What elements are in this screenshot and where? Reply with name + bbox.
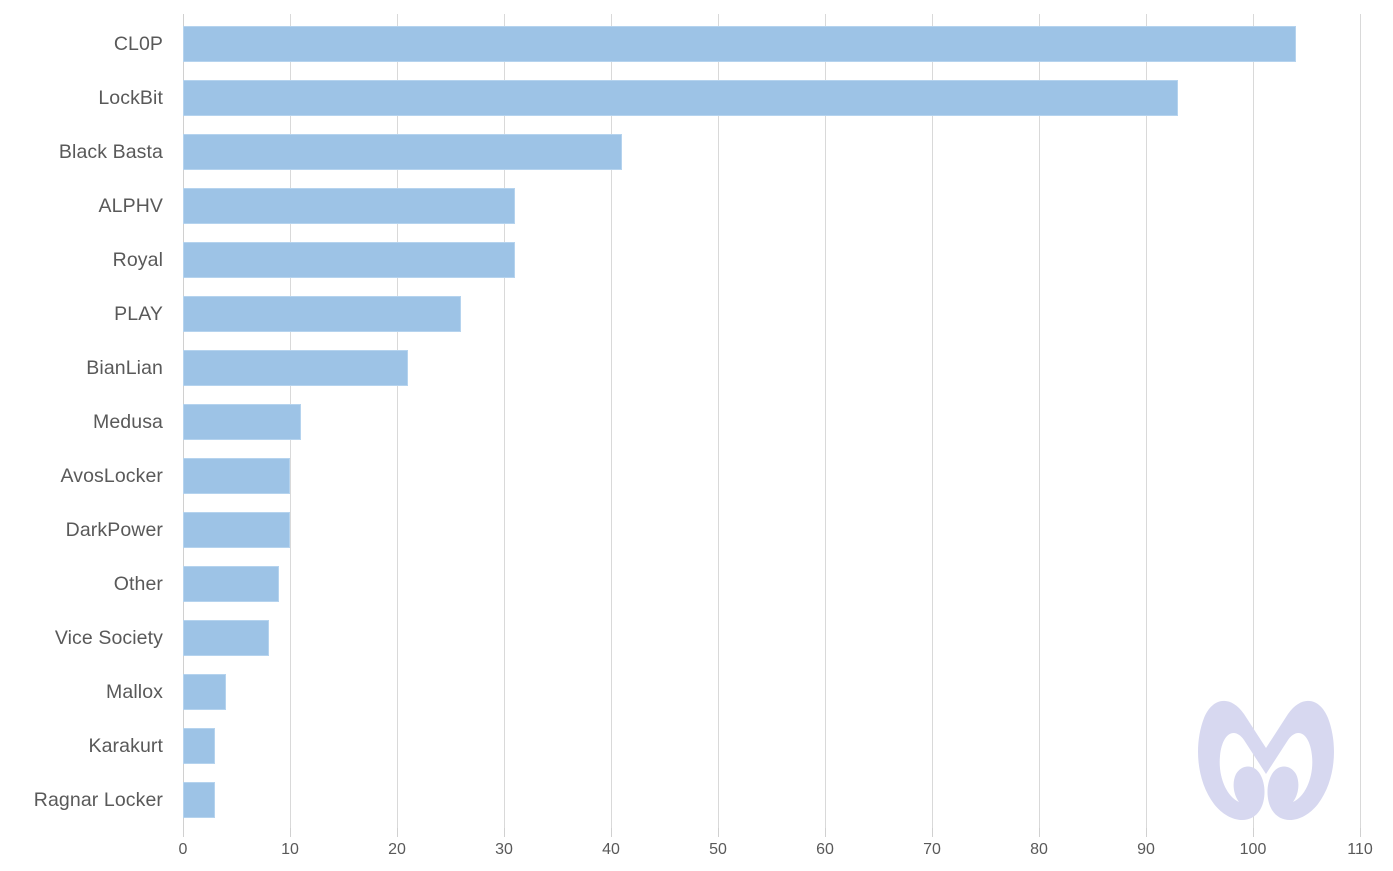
y-axis-label-royal: Royal bbox=[112, 249, 163, 271]
y-axis-label-other: Other bbox=[113, 573, 163, 595]
bars bbox=[183, 14, 1360, 828]
y-axis-label-avoslocker: AvosLocker bbox=[60, 465, 163, 487]
y-axis-label-black-basta: Black Basta bbox=[58, 141, 163, 163]
bar-row bbox=[183, 620, 1360, 656]
bar-row bbox=[183, 80, 1360, 116]
x-tick-mark-0 bbox=[183, 828, 184, 837]
x-tick-label-40: 40 bbox=[602, 841, 620, 858]
x-tick-mark-40 bbox=[611, 828, 612, 837]
bar-play bbox=[183, 296, 462, 332]
bar-row bbox=[183, 674, 1360, 710]
x-tick-mark-100 bbox=[1253, 828, 1254, 837]
gridline-110 bbox=[1360, 14, 1361, 828]
bar-row bbox=[183, 188, 1360, 224]
x-tick-label-50: 50 bbox=[709, 841, 727, 858]
x-tick-mark-10 bbox=[290, 828, 291, 837]
bar-other bbox=[183, 566, 280, 602]
bar-darkpower bbox=[183, 512, 290, 548]
bar-row bbox=[183, 26, 1360, 62]
x-tick-label-100: 100 bbox=[1239, 841, 1267, 858]
x-axis: 0 10 20 30 40 50 60 70 80 90 100 110 bbox=[179, 828, 1373, 871]
x-tick-label-20: 20 bbox=[388, 841, 406, 858]
y-axis-label-darkpower: DarkPower bbox=[65, 519, 163, 541]
x-tick-label-80: 80 bbox=[1030, 841, 1048, 858]
y-axis-label-ragnar-locker: Ragnar Locker bbox=[33, 789, 163, 811]
bar-row bbox=[183, 728, 1360, 764]
bar-medusa bbox=[183, 404, 301, 440]
y-axis-label-play: PLAY bbox=[114, 303, 163, 325]
bar-vice-society bbox=[183, 620, 269, 656]
bar-lockbit bbox=[183, 80, 1179, 116]
x-tick-mark-80 bbox=[1039, 828, 1040, 837]
bar-row bbox=[183, 458, 1360, 494]
y-axis-label-bianlian: BianLian bbox=[86, 357, 163, 379]
x-tick-label-60: 60 bbox=[816, 841, 834, 858]
x-tick-mark-30 bbox=[504, 828, 505, 837]
y-axis-label-alphv: ALPHV bbox=[98, 195, 163, 217]
bar-karakurt bbox=[183, 728, 216, 764]
x-tick-label-0: 0 bbox=[178, 841, 188, 858]
x-tick-mark-60 bbox=[825, 828, 826, 837]
bar-black-basta bbox=[183, 134, 622, 170]
x-tick-label-30: 30 bbox=[495, 841, 513, 858]
bar-mallox bbox=[183, 674, 226, 710]
y-axis-label-karakurt: Karakurt bbox=[88, 735, 163, 757]
x-tick-mark-50 bbox=[718, 828, 719, 837]
x-tick-mark-20 bbox=[397, 828, 398, 837]
bar-bianlian bbox=[183, 350, 408, 386]
y-axis-label-medusa: Medusa bbox=[93, 411, 163, 433]
bar-row bbox=[183, 512, 1360, 548]
x-tick-mark-110 bbox=[1360, 828, 1361, 837]
bar-row bbox=[183, 350, 1360, 386]
y-axis-label-cl0p: CL0P bbox=[113, 33, 163, 55]
y-axis-label-lockbit: LockBit bbox=[98, 87, 163, 109]
y-axis-label-mallox: Mallox bbox=[106, 681, 163, 703]
bar-row bbox=[183, 566, 1360, 602]
y-axis-category-labels: CL0P LockBit Black Basta ALPHV Royal PLAY Bian… bbox=[0, 14, 166, 828]
x-tick-mark-90 bbox=[1146, 828, 1147, 837]
x-tick-label-110: 110 bbox=[1347, 841, 1373, 858]
bar-row bbox=[183, 134, 1360, 170]
bar-ragnar-locker bbox=[183, 782, 216, 818]
bar-row bbox=[183, 404, 1360, 440]
bar-alphv bbox=[183, 188, 515, 224]
bar-row bbox=[183, 782, 1360, 818]
x-tick-label-10: 10 bbox=[281, 841, 299, 858]
bar-chart: CL0P LockBit Black Basta ALPHV Royal PLAY Bian… bbox=[0, 0, 1393, 871]
y-axis-label-vice-society: Vice Society bbox=[54, 627, 163, 649]
bar-royal bbox=[183, 242, 515, 278]
x-tick-label-90: 90 bbox=[1137, 841, 1155, 858]
bar-row bbox=[183, 296, 1360, 332]
bar-cl0p bbox=[183, 26, 1296, 62]
bar-avoslocker bbox=[183, 458, 290, 494]
x-tick-mark-70 bbox=[932, 828, 933, 837]
x-tick-label-70: 70 bbox=[923, 841, 941, 858]
plot-area bbox=[183, 14, 1361, 828]
bar-row bbox=[183, 242, 1360, 278]
